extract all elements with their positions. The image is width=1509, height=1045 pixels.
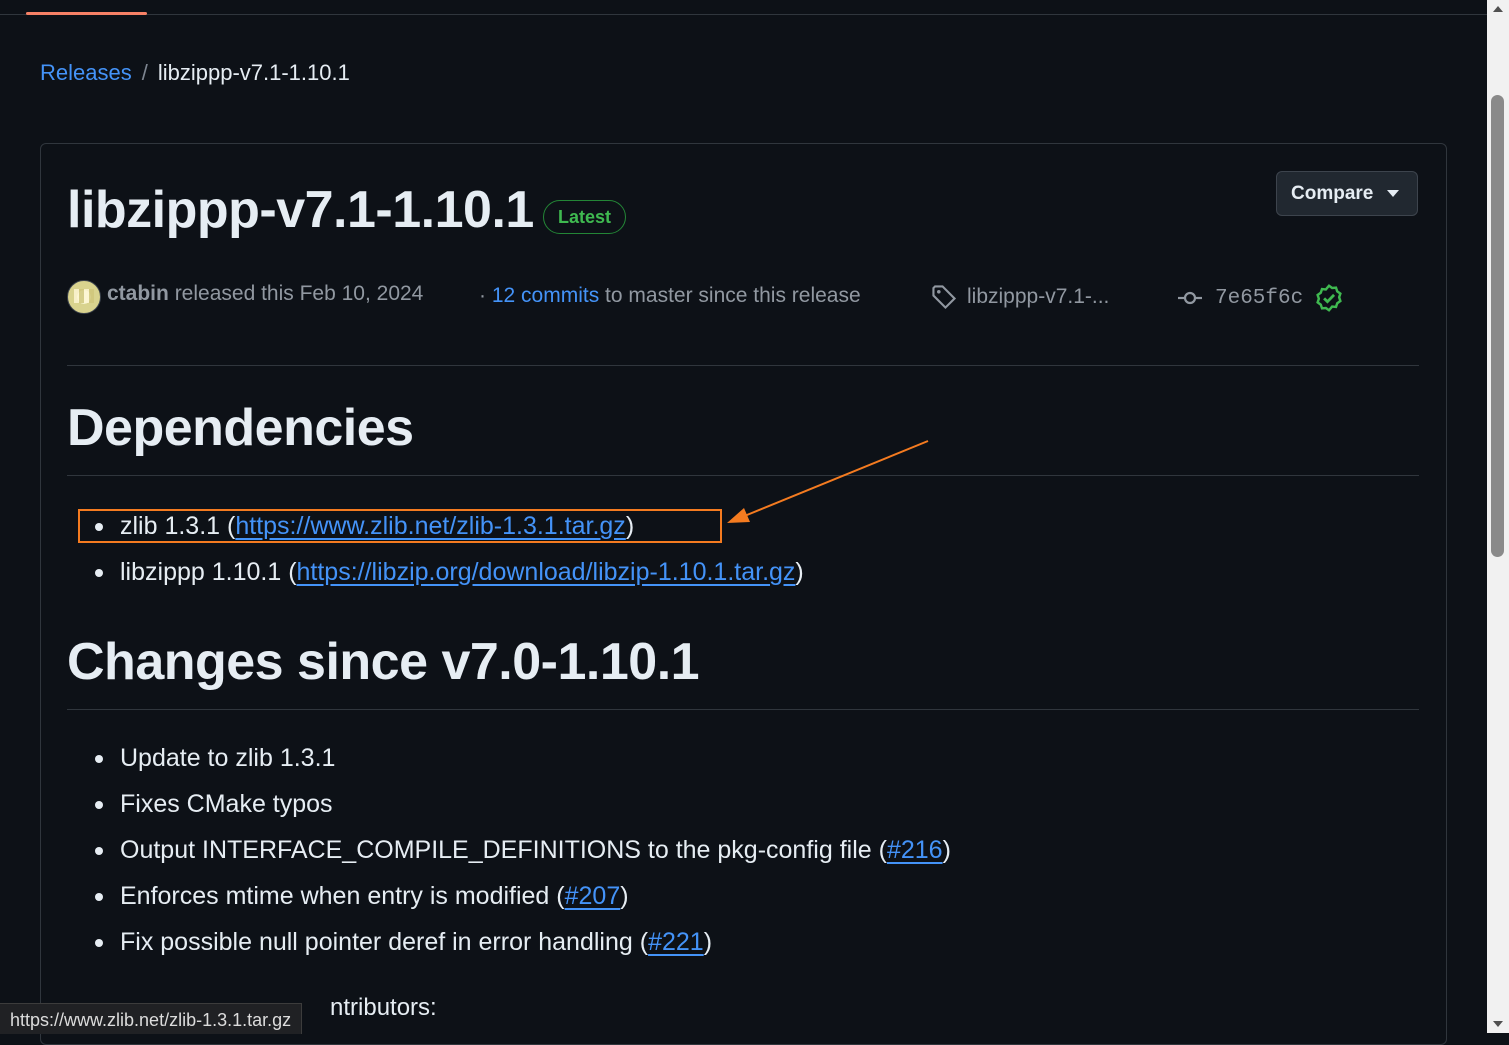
release-title: libzippp-v7.1-1.10.1 [67,181,534,239]
heading-rule [67,709,1419,710]
paren-open: ( [878,836,887,864]
caret-down-icon [1387,190,1400,197]
git-commit-icon [1178,291,1202,305]
paren-close: ) [620,882,629,910]
paren-open: ( [556,882,565,910]
commit-sha: 7e65f6c [1215,286,1304,310]
pr-link-221[interactable]: #221 [648,928,704,956]
tag-link[interactable]: libzippp-v7.1-... [931,284,1109,310]
latest-badge: Latest [543,200,627,234]
list-item: Enforces mtime when entry is modified (#… [67,873,951,919]
dependency-name: libzippp 1.10.1 [120,558,282,586]
list-item: Fix possible null pointer deref in error… [67,919,951,965]
tag-icon [932,285,957,310]
list-item: Output INTERFACE_COMPILE_DEFINITIONS to … [67,827,951,873]
avatar[interactable] [67,280,101,314]
tag-name: libzippp-v7.1-... [967,285,1110,308]
heading-rule [67,475,1419,476]
annotation-highlight-box [78,509,722,543]
changes-heading: Changes since v7.0-1.10.1 [67,633,700,691]
verified-check-icon[interactable] [1315,284,1343,312]
commits-suffix: to master since this release [605,284,861,307]
paren-open: ( [639,928,649,956]
contributors-text: ntributors: [330,994,437,1022]
list-item: libzippp 1.10.1 (https://libzip.org/down… [67,549,804,595]
changes-list: Update to zlib 1.3.1 Fixes CMake typos O… [67,735,951,965]
breadcrumb-current: libzippp-v7.1-1.10.1 [157,60,350,85]
breadcrumb: Releases / libzippp-v7.1-1.10.1 [40,60,350,86]
active-tab-underline [26,12,147,15]
commits-dot: · [479,284,486,307]
released-date-text: released this Feb 10, 2024 [174,282,424,305]
contributors-text-partial: ntributors: [330,994,437,1021]
list-item: Update to zlib 1.3.1 [67,735,951,781]
top-border [0,14,1487,15]
dependencies-heading: Dependencies [67,399,414,457]
compare-button[interactable]: Compare [1276,171,1418,216]
divider [67,365,1419,366]
author-link[interactable]: ctabin [107,282,169,305]
scroll-up-icon[interactable] [1493,6,1503,12]
compare-label: Compare [1291,182,1374,204]
breadcrumb-separator: / [141,60,148,85]
scroll-down-icon[interactable] [1493,1021,1503,1027]
release-author-line: ctabin released this Feb 10, 2024 [107,282,423,306]
list-item: Fixes CMake typos [67,781,951,827]
commit-link[interactable]: 7e65f6c [1177,284,1343,312]
change-text: Fix possible null pointer deref in error… [120,928,633,956]
commits-info: · 12 commits to master since this releas… [479,284,861,308]
paren-open: ( [288,558,297,586]
pr-link-216[interactable]: #216 [887,836,943,864]
paren-close: ) [703,928,713,956]
change-text: Fixes CMake typos [120,790,333,818]
release-meta: ctabin released this Feb 10, 2024 · 12 c… [67,278,1427,318]
change-text: Output INTERFACE_COMPILE_DEFINITIONS to … [120,836,872,864]
change-text: Update to zlib 1.3.1 [120,744,336,772]
scrollbar-thumb[interactable] [1491,95,1504,557]
pr-link-207[interactable]: #207 [565,882,621,910]
breadcrumb-releases-link[interactable]: Releases [40,60,132,85]
paren-close: ) [795,558,804,586]
paren-close: ) [942,836,951,864]
link-status-bar: https://www.zlib.net/zlib-1.3.1.tar.gz [0,1003,303,1034]
change-text: Enforces mtime when entry is modified [120,882,550,910]
commits-link[interactable]: 12 commits [492,284,599,307]
libzip-download-link[interactable]: https://libzip.org/download/libzip-1.10.… [297,558,796,586]
